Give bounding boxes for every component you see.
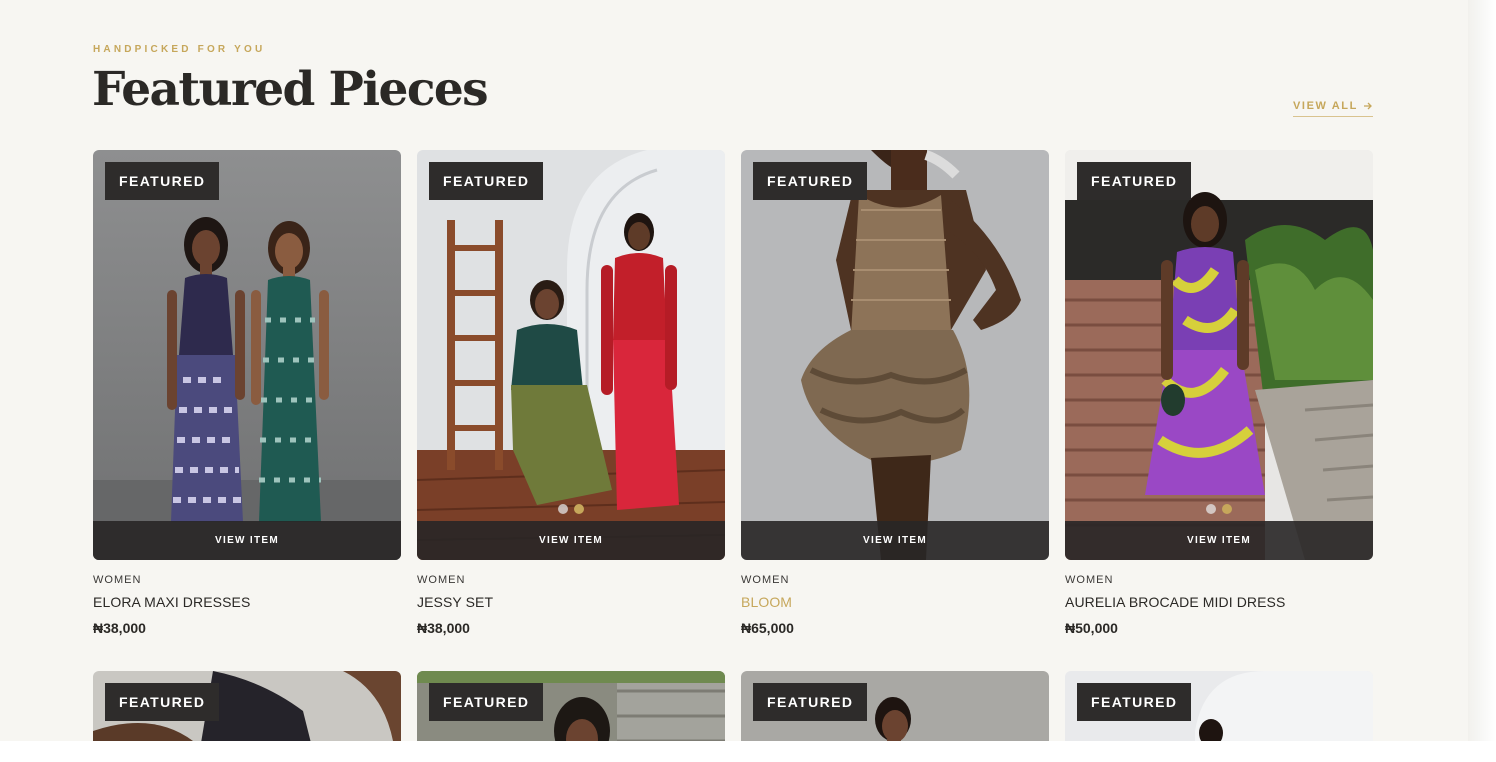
product-card[interactable]: FEATURED VIEW ITEM WOMEN AURELIA BROCADE… xyxy=(1065,150,1373,636)
carousel-dot[interactable] xyxy=(558,504,568,514)
product-card[interactable]: FEATURED VIEW ITEM WOMEN JESSY SET ₦38,0… xyxy=(417,150,725,636)
product-category: WOMEN xyxy=(1065,574,1114,586)
product-card[interactable]: FEATURED xyxy=(741,671,1049,741)
product-price: ₦38,000 xyxy=(417,620,470,636)
section-title: Featured Pieces xyxy=(92,62,489,117)
featured-badge: FEATURED xyxy=(429,162,544,200)
product-price: ₦50,000 xyxy=(1065,620,1118,636)
product-category: WOMEN xyxy=(93,574,142,586)
view-all-label: VIEW ALL xyxy=(1293,100,1358,112)
carousel-dot-active[interactable] xyxy=(574,504,584,514)
view-item-button[interactable]: VIEW ITEM xyxy=(741,521,1049,560)
product-category: WOMEN xyxy=(417,574,466,586)
product-card[interactable]: FEATURED VIEW ITEM WOMEN ELORA MAXI DRES… xyxy=(93,150,401,636)
product-category: WOMEN xyxy=(741,574,790,586)
section-eyebrow: HANDPICKED FOR YOU xyxy=(93,44,266,55)
product-name[interactable]: JESSY SET xyxy=(417,594,725,610)
carousel-dots[interactable] xyxy=(1206,504,1232,514)
view-item-button[interactable]: VIEW ITEM xyxy=(93,521,401,560)
product-image[interactable]: FEATURED VIEW ITEM xyxy=(417,150,725,560)
product-image[interactable]: FEATURED VIEW ITEM xyxy=(93,150,401,560)
product-image[interactable]: FEATURED VIEW ITEM xyxy=(1065,150,1373,560)
page-edge-shadow xyxy=(1468,0,1496,741)
featured-badge: FEATURED xyxy=(429,683,544,721)
product-card[interactable]: FEATURED xyxy=(1065,671,1373,741)
featured-section: HANDPICKED FOR YOU Featured Pieces VIEW … xyxy=(0,0,1468,741)
featured-badge: FEATURED xyxy=(753,683,868,721)
featured-badge: FEATURED xyxy=(105,162,220,200)
product-name[interactable]: ELORA MAXI DRESSES xyxy=(93,594,401,610)
product-card[interactable]: FEATURED xyxy=(93,671,401,741)
featured-badge: FEATURED xyxy=(105,683,220,721)
view-all-link[interactable]: VIEW ALL xyxy=(1293,100,1373,117)
carousel-dots[interactable] xyxy=(558,504,584,514)
carousel-dot-active[interactable] xyxy=(1222,504,1232,514)
product-price: ₦38,000 xyxy=(93,620,146,636)
featured-badge: FEATURED xyxy=(753,162,868,200)
product-name[interactable]: AURELIA BROCADE MIDI DRESS xyxy=(1065,594,1373,610)
product-card[interactable]: FEATURED VIEW ITEM WOMEN BLOOM ₦65,000 xyxy=(741,150,1049,636)
arrow-right-icon xyxy=(1363,102,1372,110)
featured-badge: FEATURED xyxy=(1077,162,1192,200)
carousel-dot[interactable] xyxy=(1206,504,1216,514)
featured-badge: FEATURED xyxy=(1077,683,1192,721)
product-name[interactable]: BLOOM xyxy=(741,594,1049,610)
product-card[interactable]: FEATURED xyxy=(417,671,725,741)
view-item-button[interactable]: VIEW ITEM xyxy=(1065,521,1373,560)
product-price: ₦65,000 xyxy=(741,620,794,636)
view-item-button[interactable]: VIEW ITEM xyxy=(417,521,725,560)
product-image[interactable]: FEATURED VIEW ITEM xyxy=(741,150,1049,560)
